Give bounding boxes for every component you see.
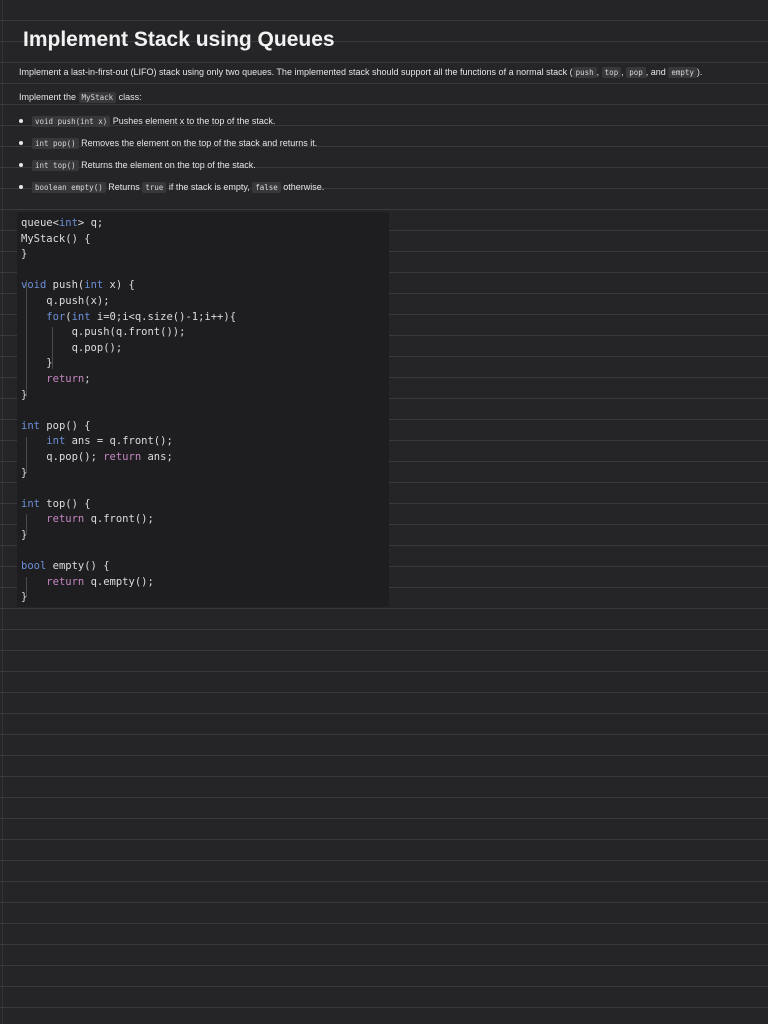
- method-description: otherwise.: [280, 182, 325, 192]
- separator: ,: [596, 67, 602, 77]
- method-description: Returns: [108, 182, 143, 192]
- method-description: Removes the element on the top of the st…: [81, 138, 318, 148]
- method-description: Returns the element on the top of the st…: [81, 160, 256, 170]
- inline-code-true: true: [142, 182, 167, 193]
- code-line: int top() {: [21, 497, 91, 510]
- bullet-icon: [19, 118, 23, 123]
- intro-text-end: ).: [696, 67, 703, 77]
- class-line-text-end: class:: [116, 92, 142, 102]
- intro-paragraph: Implement a last-in-first-out (LIFO) sta…: [19, 67, 703, 78]
- code-line: return q.front();: [46, 513, 154, 526]
- code-line: q.pop(); return ans;: [46, 450, 173, 463]
- code-line: }: [21, 528, 28, 541]
- page-title: Implement Stack using Queues: [23, 28, 335, 51]
- method-signature: int pop(): [32, 138, 79, 149]
- code-line: }: [21, 248, 28, 261]
- code-line: }: [21, 388, 28, 401]
- code-line: int ans = q.front();: [46, 435, 173, 448]
- code-line: q.pop();: [71, 341, 123, 354]
- inline-code-push: push: [572, 67, 597, 78]
- inline-code-mystack: MyStack: [78, 92, 117, 103]
- method-signature: int top(): [32, 160, 79, 171]
- margin-line: [2, 0, 3, 1024]
- inline-code-pop: pop: [626, 67, 646, 78]
- class-line-text: Implement the: [19, 92, 79, 102]
- code-line: return q.empty();: [46, 575, 154, 588]
- bullet-icon: [19, 140, 23, 145]
- code-line: bool empty() {: [21, 560, 110, 573]
- method-description: if the stack is empty,: [166, 182, 253, 192]
- code-line: q.push(x);: [46, 294, 110, 307]
- inline-code-top: top: [601, 67, 622, 78]
- method-signature: void push(int x): [32, 116, 111, 127]
- code-line: q.push(q.front());: [71, 326, 186, 339]
- separator: , and: [645, 67, 669, 77]
- method-item-top: int top() Returns the element on the top…: [19, 160, 256, 171]
- method-item-pop: int pop() Removes the element on the top…: [19, 138, 318, 149]
- method-item-push: void push(int x) Pushes element x to the…: [19, 116, 276, 127]
- intro-text: Implement a last-in-first-out (LIFO) sta…: [19, 67, 573, 77]
- bullet-icon: [19, 162, 23, 167]
- code-line: queue<int> q;: [21, 217, 104, 229]
- class-line: Implement the MyStack class:: [19, 92, 142, 103]
- code-line: void push(int x) {: [21, 279, 135, 292]
- code-line: }: [21, 357, 53, 370]
- code-line: int pop() {: [21, 419, 91, 432]
- code-line: for(int i=0;i<q.size()-1;i++){: [46, 310, 237, 323]
- code-line: return;: [46, 372, 91, 385]
- bullet-icon: [19, 184, 23, 189]
- method-signature: boolean empty(): [32, 182, 106, 193]
- code-text: queue<int> q; MyStack() { } void push(in…: [21, 216, 236, 606]
- code-line: }: [21, 466, 28, 479]
- code-line: }: [21, 591, 28, 604]
- code-line: MyStack() {: [21, 232, 91, 245]
- inline-code-empty: empty: [668, 67, 697, 78]
- inline-code-false: false: [252, 182, 281, 193]
- method-description: Pushes element x to the top of the stack…: [112, 116, 276, 126]
- method-item-empty: boolean empty() Returns true if the stac…: [19, 182, 325, 193]
